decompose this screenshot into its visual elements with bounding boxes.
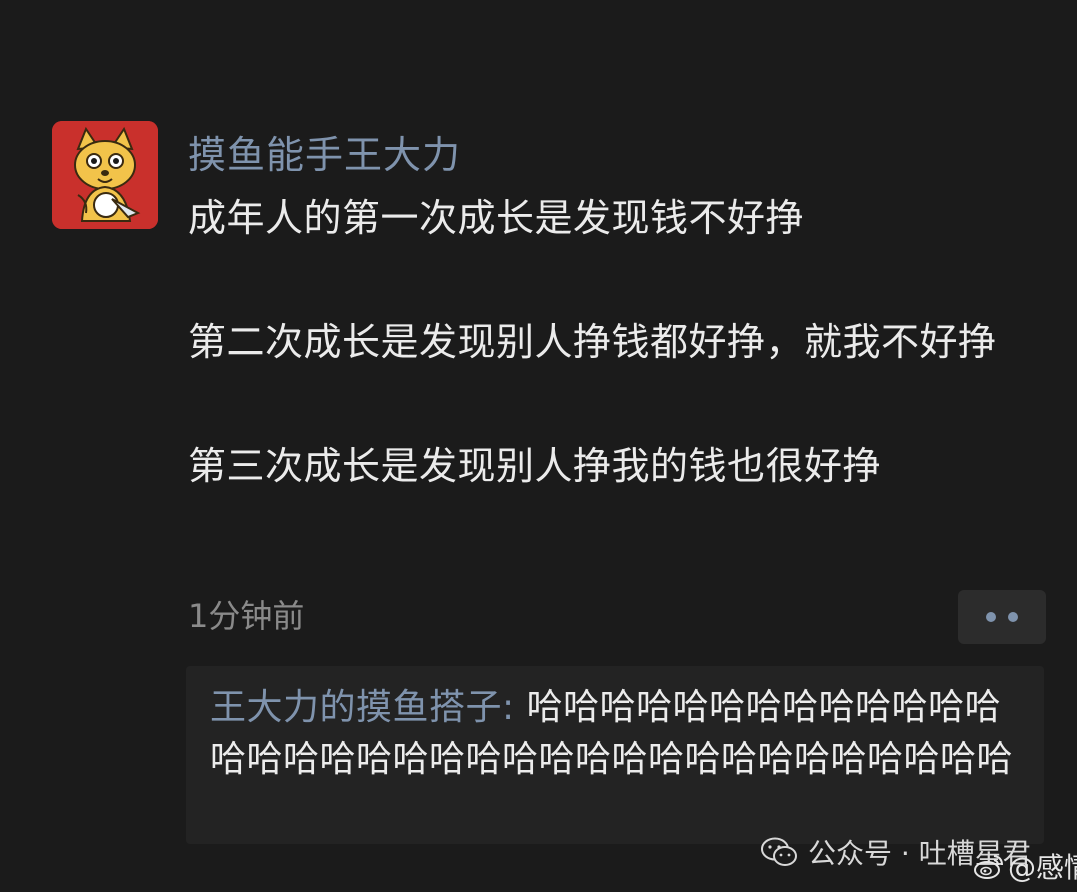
comment-section: 王大力的摸鱼搭子: 哈哈哈哈哈哈哈哈哈哈哈哈哈哈哈哈哈哈哈哈哈哈哈哈哈哈哈哈哈哈… xyxy=(186,666,1044,844)
more-dots-icon xyxy=(986,612,996,622)
weibo-watermark-text: @感情 xyxy=(1008,851,1077,884)
comment-separator: : xyxy=(502,687,527,728)
post-paragraph: 第二次成长是发现别人挣钱都好挣，就我不好挣 xyxy=(188,320,997,364)
avatar[interactable] xyxy=(52,121,158,229)
more-actions-button[interactable] xyxy=(958,590,1046,644)
wechat-icon xyxy=(761,837,797,866)
comment-item[interactable]: 王大力的摸鱼搭子: 哈哈哈哈哈哈哈哈哈哈哈哈哈哈哈哈哈哈哈哈哈哈哈哈哈哈哈哈哈哈… xyxy=(210,682,1030,786)
weibo-watermark: @感情 xyxy=(974,848,1077,884)
weibo-icon xyxy=(974,855,1003,879)
post-timestamp: 1分钟前 xyxy=(188,597,305,635)
shiba-dog-avatar-icon xyxy=(52,121,158,229)
comment-author[interactable]: 王大力的摸鱼搭子 xyxy=(210,687,502,728)
moment-post: 摸鱼能手王大力 成年人的第一次成长是发现钱不好挣 第二次成长是发现别人挣钱都好挣… xyxy=(0,0,1077,892)
username[interactable]: 摸鱼能手王大力 xyxy=(188,130,461,180)
post-content: 成年人的第一次成长是发现钱不好挣 第二次成长是发现别人挣钱都好挣，就我不好挣 第… xyxy=(188,193,1038,491)
more-dots-icon xyxy=(1008,612,1018,622)
post-paragraph: 第三次成长是发现别人挣我的钱也很好挣 xyxy=(188,444,882,488)
post-paragraph: 成年人的第一次成长是发现钱不好挣 xyxy=(188,196,805,240)
